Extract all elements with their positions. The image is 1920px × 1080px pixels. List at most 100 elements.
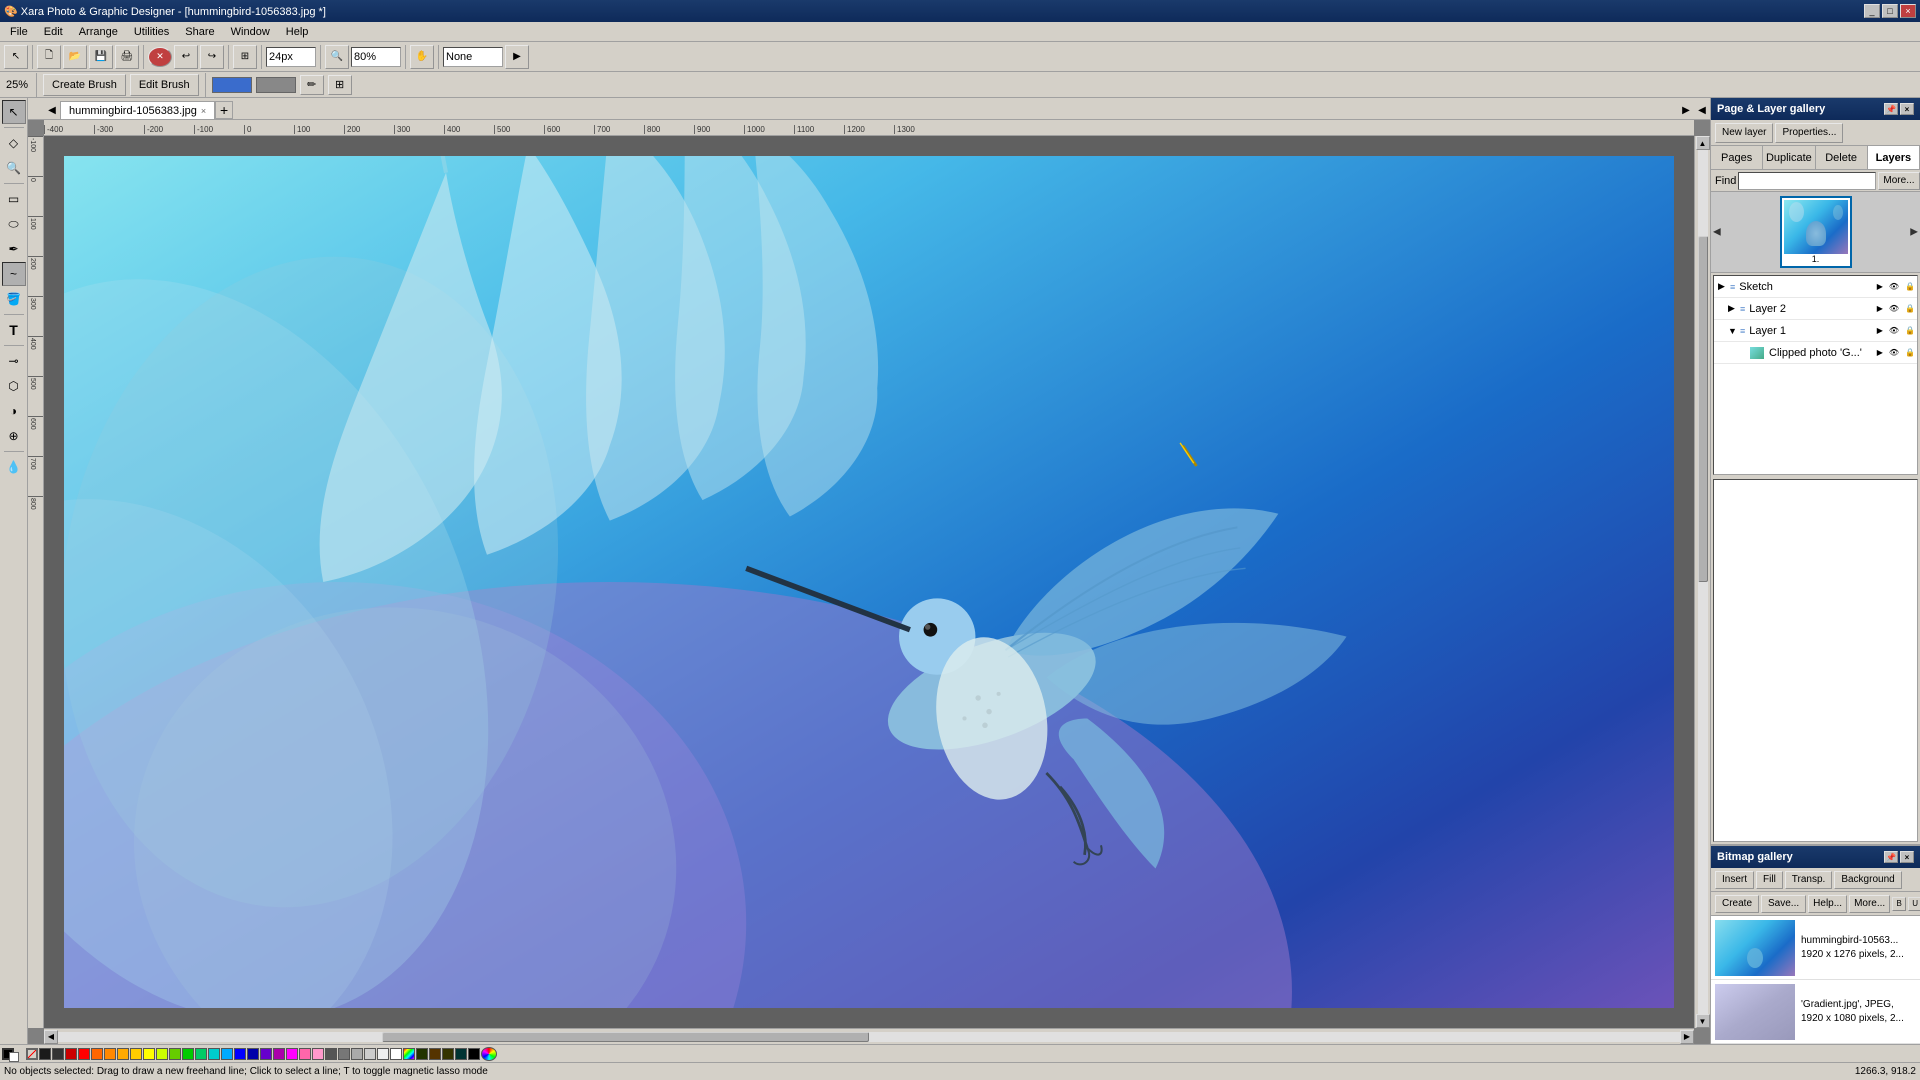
bitmap-pin-btn[interactable]: 📌: [1884, 851, 1898, 863]
layer-2-eye[interactable]: 👁: [1887, 304, 1901, 313]
layer-1-expand[interactable]: ▼: [1728, 326, 1738, 336]
color-swatch-skyblue[interactable]: [221, 1048, 233, 1060]
color-swatch-gray4[interactable]: [364, 1048, 376, 1060]
vscrollbar[interactable]: ▲ ▼: [1694, 136, 1710, 1028]
open-btn[interactable]: 📂: [63, 45, 87, 69]
color-swatch-teal[interactable]: [195, 1048, 207, 1060]
menu-utilities[interactable]: Utilities: [126, 24, 177, 40]
menu-share[interactable]: Share: [177, 24, 222, 40]
selector-tool[interactable]: ↖: [2, 100, 26, 124]
close-button[interactable]: ×: [1900, 4, 1916, 18]
tab-pages[interactable]: Pages: [1711, 146, 1763, 169]
color-swatch-green[interactable]: [169, 1048, 181, 1060]
vscroll-down-btn[interactable]: ▼: [1696, 1014, 1710, 1028]
arrow-btn[interactable]: ▶: [505, 45, 529, 69]
page-nav-right[interactable]: ▶: [1910, 227, 1918, 238]
canvas-image[interactable]: [64, 156, 1674, 1008]
hscroll-right-btn[interactable]: ▶: [1680, 1030, 1694, 1044]
tab-scroll-left[interactable]: ◀: [44, 101, 60, 119]
zoom-input[interactable]: [351, 47, 401, 67]
bitmap-more-btn[interactable]: More...: [1849, 895, 1890, 913]
tab-close-btn[interactable]: ×: [201, 106, 206, 116]
node-tool[interactable]: ◇: [2, 131, 26, 155]
size-input[interactable]: [266, 47, 316, 67]
vscroll-thumb[interactable]: [1698, 236, 1708, 582]
layer-clipped-actions[interactable]: ▶: [1875, 348, 1885, 357]
find-more-btn[interactable]: More...: [1878, 172, 1919, 190]
hscroll-thumb[interactable]: [382, 1032, 869, 1042]
color-swatch-lightpink[interactable]: [312, 1048, 324, 1060]
color-swatch-pink[interactable]: [299, 1048, 311, 1060]
background-color[interactable]: [9, 1052, 19, 1062]
bitmap-fill-btn[interactable]: Fill: [1756, 871, 1783, 889]
bitmap-view-btn2[interactable]: U: [1908, 897, 1920, 911]
color-swatch-gray5[interactable]: [377, 1048, 389, 1060]
vscroll-up-btn[interactable]: ▲: [1696, 136, 1710, 150]
bitmap-view-btn1[interactable]: B: [1892, 897, 1906, 911]
layer-1[interactable]: ▼ ≡ Layer 1 ▶ 👁 🔒: [1714, 320, 1917, 342]
hscrollbar[interactable]: ◀ ▶: [44, 1028, 1694, 1044]
blend-tool[interactable]: ⊸: [2, 349, 26, 373]
stop-input[interactable]: [443, 47, 503, 67]
hscroll-track[interactable]: [58, 1032, 1680, 1042]
tab-layers[interactable]: Layers: [1868, 146, 1920, 169]
create-brush-btn[interactable]: Create Brush: [43, 74, 126, 96]
panel-collapse-btn[interactable]: ◀: [1694, 101, 1710, 119]
color-wheel-btn[interactable]: [481, 1047, 497, 1061]
bitmap-save-btn[interactable]: Save...: [1761, 895, 1806, 913]
color-swatch-brown[interactable]: [429, 1048, 441, 1060]
color-swatch-gray2[interactable]: [338, 1048, 350, 1060]
maximize-button[interactable]: □: [1882, 4, 1898, 18]
rectangle-tool[interactable]: ▭: [2, 187, 26, 211]
page-nav-left[interactable]: ◀: [1713, 227, 1721, 238]
find-input[interactable]: [1738, 172, 1876, 190]
shadow-tool[interactable]: ◑: [2, 399, 26, 423]
brush-tool-1[interactable]: ✏: [300, 75, 324, 95]
canvas-content[interactable]: [44, 136, 1694, 1028]
layer-sketch-actions[interactable]: ▶: [1875, 282, 1885, 291]
color-swatch-darkgreen[interactable]: [416, 1048, 428, 1060]
zoom-btn[interactable]: 🔍: [325, 45, 349, 69]
color-swatch-magenta[interactable]: [286, 1048, 298, 1060]
bitmap-help-btn[interactable]: Help...: [1808, 895, 1847, 913]
layer-sketch-expand[interactable]: ▶: [1718, 281, 1728, 292]
menu-arrange[interactable]: Arrange: [71, 24, 126, 40]
pen-tool[interactable]: ✒: [2, 237, 26, 261]
color-swatch-blue[interactable]: [234, 1048, 246, 1060]
color-swatch-brightyellow[interactable]: [143, 1048, 155, 1060]
zoom-tool[interactable]: 🔍: [2, 156, 26, 180]
menu-edit[interactable]: Edit: [36, 24, 71, 40]
layer-2-expand[interactable]: ▶: [1728, 303, 1738, 314]
menu-help[interactable]: Help: [278, 24, 317, 40]
color-swatch-multi[interactable]: [403, 1048, 415, 1060]
clone-tool[interactable]: ⊕: [2, 424, 26, 448]
save-btn[interactable]: 💾: [89, 45, 113, 69]
color-swatch-white[interactable]: [390, 1048, 402, 1060]
layer-sketch[interactable]: ▶ ≡ Sketch ▶ 👁 🔒: [1714, 276, 1917, 298]
color-swatch-gray3[interactable]: [351, 1048, 363, 1060]
color-swatch-darkred[interactable]: [65, 1048, 77, 1060]
panel-close-btn[interactable]: ×: [1900, 103, 1914, 115]
color-swatch-amber[interactable]: [117, 1048, 129, 1060]
tab-add-btn[interactable]: +: [215, 101, 233, 119]
titlebar-controls[interactable]: _ □ ×: [1864, 4, 1916, 18]
stop-btn[interactable]: ✕: [148, 47, 172, 67]
color-swatch-darkcyan[interactable]: [455, 1048, 467, 1060]
bitmap-close-btn[interactable]: ×: [1900, 851, 1914, 863]
layer-1-eye[interactable]: 👁: [1887, 326, 1901, 335]
color-swatch-darkblue[interactable]: [247, 1048, 259, 1060]
layer-clipped-eye[interactable]: 👁: [1887, 348, 1901, 357]
layer-2[interactable]: ▶ ≡ Layer 2 ▶ 👁 🔒: [1714, 298, 1917, 320]
properties-btn[interactable]: Properties...: [1775, 123, 1843, 143]
layer-tree[interactable]: ▶ ≡ Sketch ▶ 👁 🔒 ▶ ≡ Layer 2 ▶ 👁 🔒 ▼ ≡ L…: [1713, 275, 1918, 475]
bitmap-item-hummingbird[interactable]: hummingbird-10563... 1920 x 1276 pixels,…: [1711, 916, 1920, 980]
color-swatch-red[interactable]: [78, 1048, 90, 1060]
hscroll-left-btn[interactable]: ◀: [44, 1030, 58, 1044]
tab-duplicate[interactable]: Duplicate: [1763, 146, 1815, 169]
eyedropper-tool[interactable]: 💧: [2, 455, 26, 479]
new-layer-btn[interactable]: New layer: [1715, 123, 1773, 143]
text-tool[interactable]: T: [2, 318, 26, 342]
bitmap-background-btn[interactable]: Background: [1834, 871, 1901, 889]
bitmap-item-gradient[interactable]: 'Gradient.jpg', JPEG, 1920 x 1080 pixels…: [1711, 980, 1920, 1044]
pan-btn[interactable]: ✋: [410, 45, 434, 69]
